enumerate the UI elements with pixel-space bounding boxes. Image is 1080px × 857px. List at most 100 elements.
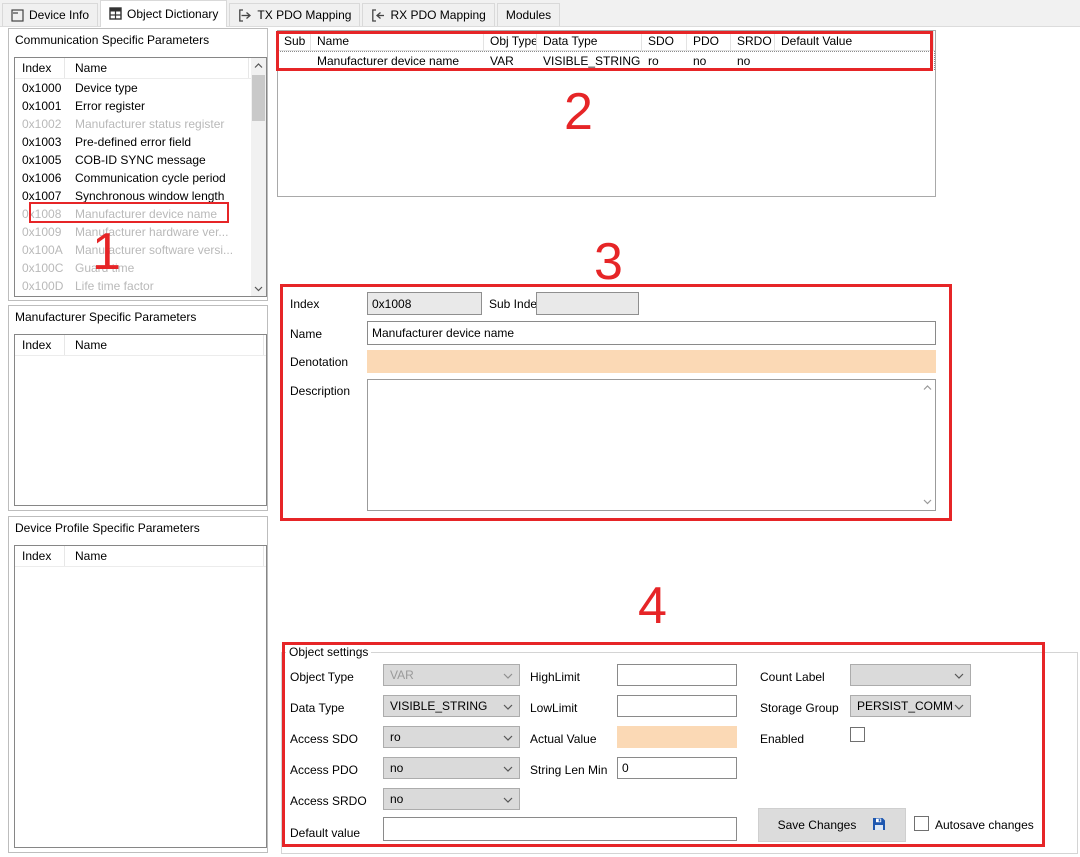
device-profile-params-panel: Device Profile Specific Parameters Index… (8, 516, 268, 853)
column-header[interactable]: SRDO (731, 31, 775, 50)
device-info-icon (11, 9, 24, 22)
highlimit-label: HighLimit (530, 670, 580, 684)
column-header[interactable]: Sub (278, 31, 311, 50)
column-header[interactable]: PDO (687, 31, 731, 50)
count-label-label: Count Label (760, 670, 825, 684)
scroll-up-icon[interactable] (251, 58, 266, 73)
tab-tx-pdo-mapping[interactable]: TX PDO Mapping (229, 3, 360, 26)
string-len-min-label: String Len Min (530, 763, 607, 777)
selected-value: no (390, 761, 503, 775)
chevron-down-icon (954, 668, 964, 682)
list-item[interactable]: 0x100DLife time factor (15, 277, 251, 295)
chevron-down-icon (503, 668, 513, 682)
tab-object-dictionary[interactable]: Object Dictionary (100, 0, 227, 27)
column-header-name[interactable]: Name (65, 335, 264, 355)
access-sdo-select[interactable]: ro (383, 726, 520, 748)
save-changes-button[interactable]: Save Changes (758, 808, 906, 842)
list-item[interactable]: 0x1000Device type (15, 79, 251, 97)
column-header[interactable]: Name (311, 31, 484, 50)
access-srdo-label: Access SRDO (290, 794, 367, 808)
scroll-down-icon[interactable] (921, 496, 933, 508)
access-pdo-select[interactable]: no (383, 757, 520, 779)
column-header[interactable]: Obj Type (484, 31, 537, 50)
tab-label: Device Info (29, 8, 89, 22)
count-label-select[interactable] (850, 664, 971, 686)
column-header-index[interactable]: Index (15, 335, 65, 355)
storage-group-select[interactable]: PERSIST_COMM (850, 695, 971, 717)
denotation-field[interactable] (367, 350, 936, 373)
selected-value: PERSIST_COMM (857, 699, 954, 713)
string-len-min-field[interactable] (617, 757, 737, 779)
tab-device-info[interactable]: Device Info (2, 3, 98, 26)
column-header-index[interactable]: Index (15, 546, 65, 566)
communication-params-panel: Communication Specific Parameters Index … (8, 28, 268, 301)
access-srdo-select[interactable]: no (383, 788, 520, 810)
enabled-checkbox[interactable] (850, 727, 865, 742)
list-item[interactable]: 0x100CGuard time (15, 259, 251, 277)
panel-title: Communication Specific Parameters (15, 33, 209, 47)
access-pdo-label: Access PDO (290, 763, 358, 777)
annotation-number-4: 4 (638, 580, 667, 632)
scroll-down-icon[interactable] (251, 281, 266, 296)
selected-value: VAR (390, 668, 503, 682)
column-header-name[interactable]: Name (65, 58, 249, 78)
autosave-checkbox[interactable] (914, 816, 929, 831)
data-type-label: Data Type (290, 701, 344, 715)
table-cell: no (687, 54, 731, 68)
object-entries-table: SubNameObj TypeData TypeSDOPDOSRDODefaul… (277, 30, 936, 197)
default-value-field[interactable] (383, 817, 737, 841)
object-dictionary-icon (109, 7, 122, 20)
scroll-up-icon[interactable] (921, 382, 933, 394)
denotation-label: Denotation (290, 355, 348, 369)
sub-index-label: Sub Index (489, 297, 543, 311)
tab-label: Object Dictionary (127, 7, 218, 21)
column-header[interactable]: Data Type (537, 31, 642, 50)
description-textarea[interactable] (367, 379, 936, 511)
manufacturer-params-panel: Manufacturer Specific Parameters Index N… (8, 305, 268, 511)
list-item[interactable]: 0x1008Manufacturer device name (15, 205, 251, 223)
list-item[interactable]: 0x100AManufacturer software versi... (15, 241, 251, 259)
scrollbar-thumb[interactable] (252, 75, 265, 121)
column-header-name[interactable]: Name (65, 546, 264, 566)
table-cell: VISIBLE_STRING (537, 54, 642, 68)
list-header: Index Name (15, 546, 266, 567)
device-profile-params-list: Index Name (14, 545, 267, 848)
list-item[interactable]: 0x1006Communication cycle period (15, 169, 251, 187)
lowlimit-label: LowLimit (530, 701, 577, 715)
vertical-scrollbar[interactable] (251, 58, 266, 296)
annotation-number-3: 3 (594, 236, 623, 288)
panel-title: Device Profile Specific Parameters (15, 521, 200, 535)
sub-index-field[interactable] (536, 292, 639, 315)
tab-rx-pdo-mapping[interactable]: RX PDO Mapping (362, 3, 494, 26)
lowlimit-field[interactable] (617, 695, 737, 717)
list-item[interactable]: 0x1009Manufacturer hardware ver... (15, 223, 251, 241)
index-field[interactable] (367, 292, 482, 315)
list-item[interactable]: 0x1002Manufacturer status register (15, 115, 251, 133)
panel-title: Manufacturer Specific Parameters (15, 310, 196, 324)
enabled-label: Enabled (760, 732, 804, 746)
object-type-select[interactable]: VAR (383, 664, 520, 686)
chevron-down-icon (503, 730, 513, 744)
actual-value-label: Actual Value (530, 732, 597, 746)
tab-modules[interactable]: Modules (497, 3, 560, 26)
name-field[interactable] (367, 321, 936, 345)
chevron-down-icon (503, 792, 513, 806)
column-header[interactable]: SDO (642, 31, 687, 50)
tab-label: Modules (506, 8, 551, 22)
comm-param-rows: 0x1000Device type0x1001Error register0x1… (15, 79, 251, 295)
object-type-label: Object Type (290, 670, 354, 684)
actual-value-field[interactable] (617, 726, 737, 748)
table-row[interactable]: Manufacturer device nameVARVISIBLE_STRIN… (278, 51, 935, 70)
list-header: Index Name (15, 58, 251, 79)
column-header[interactable]: Default Value (775, 31, 934, 50)
manufacturer-params-list: Index Name (14, 334, 267, 506)
data-type-select[interactable]: VISIBLE_STRING (383, 695, 520, 717)
button-label: Save Changes (778, 818, 857, 832)
column-header-index[interactable]: Index (15, 58, 65, 78)
tab-label: TX PDO Mapping (257, 8, 351, 22)
list-item[interactable]: 0x1003Pre-defined error field (15, 133, 251, 151)
list-item[interactable]: 0x1005COB-ID SYNC message (15, 151, 251, 169)
highlimit-field[interactable] (617, 664, 737, 686)
list-item[interactable]: 0x1007Synchronous window length (15, 187, 251, 205)
list-item[interactable]: 0x1001Error register (15, 97, 251, 115)
